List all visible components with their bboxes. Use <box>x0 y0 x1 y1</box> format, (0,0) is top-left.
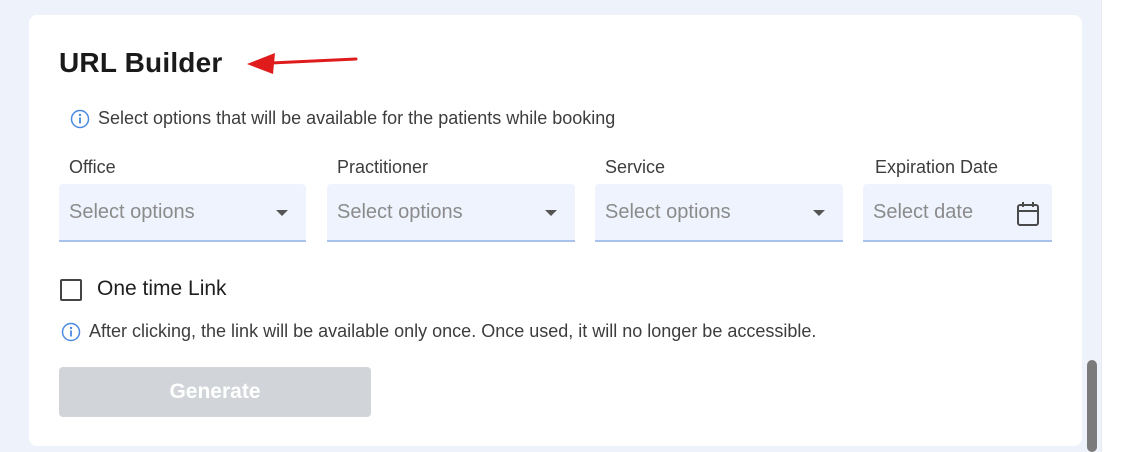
service-label: Service <box>605 157 666 177</box>
one-time-info: After clicking, the link will be availab… <box>61 321 816 342</box>
practitioner-select-placeholder: Select options <box>337 200 463 223</box>
booking-info-text: Select options that will be available fo… <box>98 108 616 128</box>
one-time-info-text: After clicking, the link will be availab… <box>89 321 817 341</box>
one-time-link-checkbox[interactable] <box>60 279 82 301</box>
right-side-panel <box>1101 0 1141 452</box>
office-select[interactable]: Select options <box>59 184 306 242</box>
expiration-date-placeholder: Select date <box>873 200 974 223</box>
office-label: Office <box>69 157 116 177</box>
calendar-icon[interactable] <box>1016 201 1040 227</box>
practitioner-label: Practitioner <box>337 157 429 177</box>
booking-info: Select options that will be available fo… <box>70 108 615 129</box>
url-builder-card: URL Builder Select options that will be … <box>29 15 1082 446</box>
one-time-link-label[interactable]: One time Link <box>97 277 227 301</box>
scrollbar-thumb[interactable] <box>1087 360 1097 452</box>
practitioner-select[interactable]: Select options <box>327 184 575 242</box>
red-arrow-icon <box>247 53 358 74</box>
info-circle-icon <box>61 322 81 341</box>
caret-down-icon <box>545 210 557 216</box>
service-select-placeholder: Select options <box>605 200 731 223</box>
section-title: URL Builder <box>59 47 223 78</box>
caret-down-icon <box>276 210 288 216</box>
expiration-date-picker[interactable]: Select date <box>863 184 1052 242</box>
caret-down-icon <box>813 210 825 216</box>
office-select-placeholder: Select options <box>69 200 195 223</box>
expiration-date-label: Expiration Date <box>875 157 999 177</box>
service-select[interactable]: Select options <box>595 184 843 242</box>
info-circle-icon <box>70 109 90 128</box>
generate-button[interactable]: Generate <box>59 367 371 417</box>
